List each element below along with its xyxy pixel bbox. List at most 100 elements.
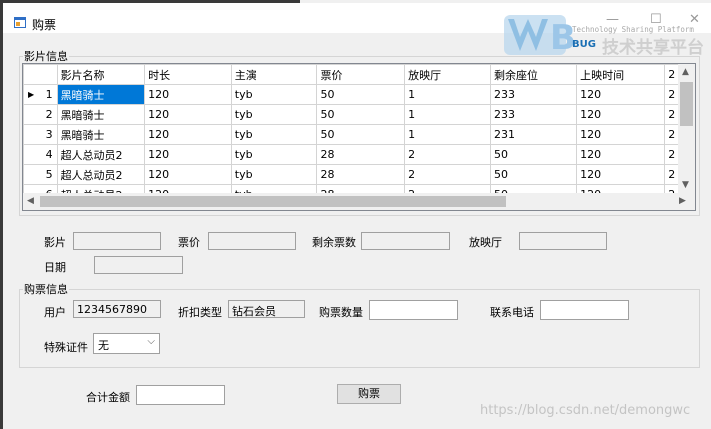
date-label: 日期: [44, 261, 66, 274]
row-header[interactable]: 5: [23, 164, 58, 185]
cell-price[interactable]: 50: [316, 84, 406, 105]
special-certificate-select[interactable]: 无 ⌵: [93, 333, 160, 354]
grid-corner-header: [23, 64, 58, 85]
cell-remaining-seats[interactable]: 233: [489, 84, 578, 105]
movie-data-grid[interactable]: 影片名称 时长 主演 票价 放映厅 剩余座位 上映时间 2 ▶ 1 黑暗骑士 120 t…: [22, 63, 696, 211]
scroll-left-arrow-icon[interactable]: ◀: [27, 196, 34, 206]
cell-release-time[interactable]: 120: [576, 124, 666, 145]
table-row[interactable]: 3 黑暗骑士 120 tyb 50 1 231 120 2: [23, 124, 695, 145]
cell-actor[interactable]: tyb: [230, 104, 318, 125]
ticket-quantity-label: 购票数量: [319, 306, 363, 319]
logo-b-letter: B: [550, 18, 576, 58]
cell-price[interactable]: 50: [316, 124, 406, 145]
row-header[interactable]: 3: [23, 124, 58, 145]
movie-info-group-label: 影片信息: [23, 48, 69, 64]
cell-duration[interactable]: 120: [144, 164, 232, 185]
table-row[interactable]: 4 超人总动员2 120 tyb 28 2 50 120 2: [23, 144, 695, 165]
cell-remaining-seats[interactable]: 50: [489, 144, 578, 165]
cell-release-time[interactable]: 120: [576, 104, 666, 125]
row-header[interactable]: ▶ 1: [23, 84, 58, 105]
cell-actor[interactable]: tyb: [230, 164, 318, 185]
row-header[interactable]: 2: [23, 104, 58, 125]
cell-movie-name[interactable]: 黑暗骑士: [56, 104, 146, 125]
cell-hall[interactable]: 1: [404, 124, 491, 145]
window-left-edge: [0, 0, 3, 429]
date-field[interactable]: [94, 256, 183, 274]
price-field[interactable]: [208, 232, 296, 250]
cell-hall[interactable]: 2: [404, 164, 491, 185]
total-amount-label: 合计金额: [86, 391, 130, 404]
column-header-movie-name[interactable]: 影片名称: [56, 64, 146, 85]
column-header-actor[interactable]: 主演: [230, 64, 318, 85]
movie-name-field[interactable]: [73, 232, 161, 250]
cell-price[interactable]: 28: [316, 144, 406, 165]
cell-hall[interactable]: 1: [404, 104, 491, 125]
row-header[interactable]: 4: [23, 144, 58, 165]
cell-duration[interactable]: 120: [144, 84, 232, 105]
column-header-duration[interactable]: 时长: [144, 64, 232, 85]
grid-vertical-scrollbar[interactable]: ▲ ▼: [678, 64, 695, 193]
cell-movie-name[interactable]: 黑暗骑士: [56, 124, 146, 145]
column-header-price[interactable]: 票价: [316, 64, 406, 85]
cell-hall[interactable]: 1: [404, 84, 491, 105]
cell-hall[interactable]: 2: [404, 144, 491, 165]
column-header-hall[interactable]: 放映厅: [404, 64, 491, 85]
user-field[interactable]: 1234567890: [73, 300, 161, 318]
column-header-remaining-seats[interactable]: 剩余座位: [489, 64, 578, 85]
cell-duration[interactable]: 120: [144, 144, 232, 165]
grid-header-row: 影片名称 时长 主演 票价 放映厅 剩余座位 上映时间 2: [23, 64, 695, 85]
window-title: 购票: [32, 18, 57, 32]
row-number: 4: [45, 148, 53, 161]
cell-remaining-seats[interactable]: 233: [489, 104, 578, 125]
ticket-quantity-input[interactable]: [369, 300, 458, 320]
column-header-release-time[interactable]: 上映时间: [576, 64, 666, 85]
buy-ticket-button[interactable]: 购票: [337, 384, 401, 404]
row-number: 3: [45, 128, 53, 141]
phone-label: 联系电话: [490, 306, 534, 319]
phone-input[interactable]: [540, 300, 629, 320]
hall-field[interactable]: [519, 232, 607, 250]
table-row[interactable]: 2 黑暗骑士 120 tyb 50 1 233 120 2: [23, 104, 695, 125]
cell-duration[interactable]: 120: [144, 124, 232, 145]
cell-release-time[interactable]: 120: [576, 144, 666, 165]
purchase-info-group-label: 购票信息: [23, 281, 69, 297]
movie-label: 影片: [44, 236, 66, 249]
cell-duration[interactable]: 120: [144, 104, 232, 125]
logo-tagline: Technology Sharing Platform: [572, 25, 694, 34]
scroll-up-arrow-icon[interactable]: ▲: [682, 67, 689, 77]
cell-release-time[interactable]: 120: [576, 164, 666, 185]
discount-type-field[interactable]: 钻石会员: [228, 300, 305, 318]
table-row[interactable]: ▶ 1 黑暗骑士 120 tyb 50 1 233 120 2: [23, 84, 695, 105]
total-amount-input[interactable]: [136, 385, 225, 405]
special-certificate-value: 无: [98, 339, 109, 352]
cell-price[interactable]: 28: [316, 164, 406, 185]
cell-movie-name[interactable]: 黑暗骑士: [56, 84, 146, 105]
cell-movie-name[interactable]: 超人总动员2: [56, 164, 146, 185]
cell-remaining-seats[interactable]: 231: [489, 124, 578, 145]
vertical-scroll-thumb[interactable]: [680, 82, 693, 126]
scroll-right-arrow-icon[interactable]: ▶: [679, 196, 686, 206]
scroll-down-arrow-icon[interactable]: ▼: [682, 180, 689, 190]
cell-actor[interactable]: tyb: [230, 144, 318, 165]
special-certificate-label: 特殊证件: [44, 341, 88, 354]
cell-price[interactable]: 50: [316, 104, 406, 125]
cell-release-time[interactable]: 120: [576, 84, 666, 105]
logo-chinese-text: 技术共享平台: [602, 37, 704, 58]
cell-movie-name[interactable]: 超人总动员2: [56, 144, 146, 165]
app-window-icon: [14, 17, 26, 28]
horizontal-scroll-thumb[interactable]: [40, 196, 506, 207]
hall-label: 放映厅: [469, 236, 502, 249]
remaining-tickets-label: 剩余票数: [312, 236, 356, 249]
price-label: 票价: [178, 236, 200, 249]
movie-table: 影片名称 时长 主演 票价 放映厅 剩余座位 上映时间 2 ▶ 1 黑暗骑士 120 t…: [23, 64, 695, 205]
row-number: 5: [45, 168, 53, 181]
table-row[interactable]: 5 超人总动员2 120 tyb 28 2 50 120 2: [23, 164, 695, 185]
row-number: 1: [45, 88, 53, 101]
remaining-tickets-field[interactable]: [361, 232, 450, 250]
current-row-marker-icon: ▶: [28, 90, 35, 99]
grid-horizontal-scrollbar[interactable]: ◀ ▶: [23, 193, 695, 210]
cell-actor[interactable]: tyb: [230, 124, 318, 145]
cell-remaining-seats[interactable]: 50: [489, 164, 578, 185]
cell-actor[interactable]: tyb: [230, 84, 318, 105]
logo-bug-text: BUG: [572, 39, 596, 50]
